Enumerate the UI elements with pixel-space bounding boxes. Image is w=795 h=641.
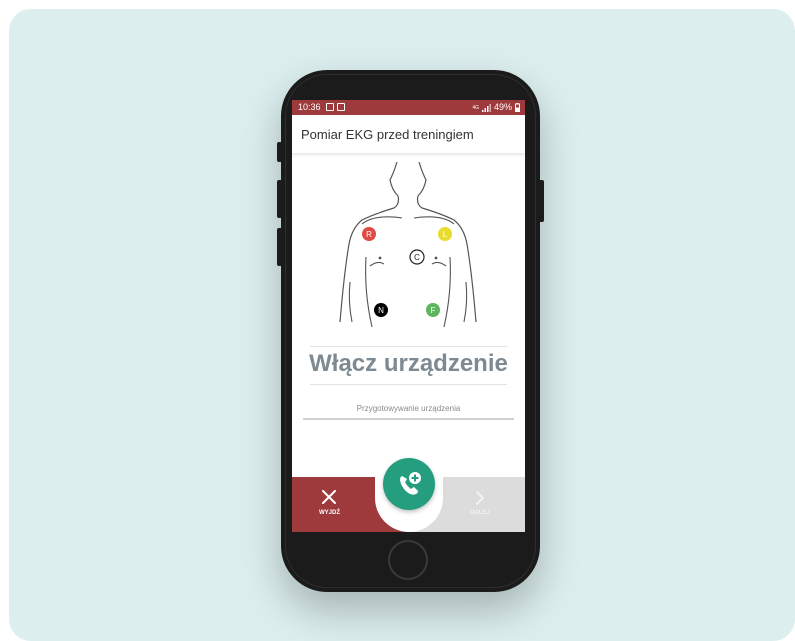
- network-type: 4G: [472, 104, 479, 111]
- phone-plus-icon: [400, 472, 421, 495]
- electrode-l: L: [438, 227, 452, 241]
- electrode-n: N: [374, 303, 388, 317]
- battery-percent: 49%: [493, 102, 512, 112]
- phone-volume-up: [277, 180, 282, 218]
- svg-text:L: L: [443, 230, 448, 239]
- divider-bottom: [310, 384, 507, 385]
- phone-side-button: [277, 142, 282, 162]
- next-label: DALEJ: [470, 510, 490, 516]
- phone-power-button: [539, 180, 544, 222]
- electrode-r: R: [362, 227, 376, 241]
- torso-diagram: R L C N F: [339, 162, 477, 328]
- signal-icon: [481, 103, 491, 112]
- gallery-notification-icon: [326, 103, 334, 111]
- svg-text:F: F: [431, 306, 436, 315]
- app-notification-icon: [337, 103, 345, 111]
- page-title: Pomiar EKG przed treningiem: [301, 127, 474, 142]
- electrode-f: F: [426, 303, 440, 317]
- app-header: Pomiar EKG przed treningiem: [292, 115, 525, 153]
- svg-text:N: N: [378, 306, 384, 315]
- status-bar: 10:36 4G 49%: [292, 100, 525, 115]
- status-time: 10:36: [298, 102, 321, 112]
- progress-bar: [303, 418, 514, 420]
- status-heading: Włącz urządzenie: [309, 350, 508, 377]
- svg-text:R: R: [366, 230, 372, 239]
- svg-text:C: C: [414, 253, 420, 262]
- close-icon: [322, 490, 336, 504]
- home-button[interactable]: [388, 540, 428, 580]
- electrode-c: C: [409, 249, 425, 265]
- call-button[interactable]: [383, 458, 435, 510]
- app-screen: 10:36 4G 49% Pomiar EKG przed treningiem: [292, 100, 525, 532]
- phone-volume-down: [277, 228, 282, 266]
- battery-icon: [515, 103, 520, 112]
- status-subtext: Przygotowywanie urządzenia: [356, 404, 461, 413]
- chevron-right-icon: [476, 491, 484, 505]
- divider-top: [310, 346, 507, 347]
- exit-label: WYJDŹ: [319, 510, 340, 516]
